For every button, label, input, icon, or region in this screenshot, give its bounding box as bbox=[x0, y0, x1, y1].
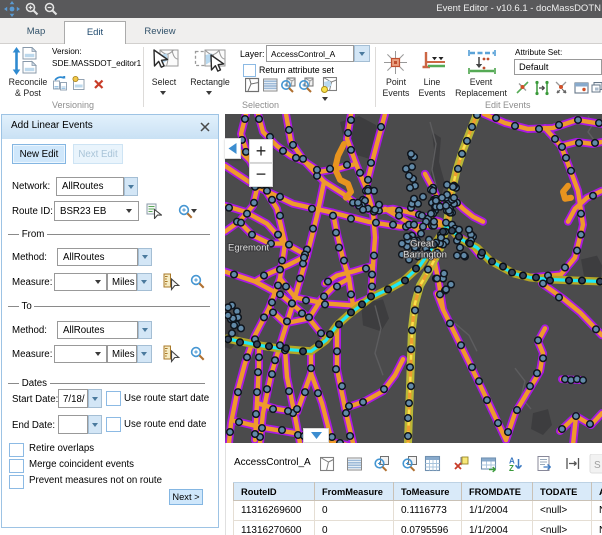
svg-text:Great: Great bbox=[410, 239, 434, 250]
svg-text:S: S bbox=[594, 460, 601, 471]
svg-text:Z: Z bbox=[509, 464, 514, 473]
svg-text:Egremont: Egremont bbox=[228, 243, 269, 254]
svg-text:Barrington: Barrington bbox=[403, 250, 447, 261]
